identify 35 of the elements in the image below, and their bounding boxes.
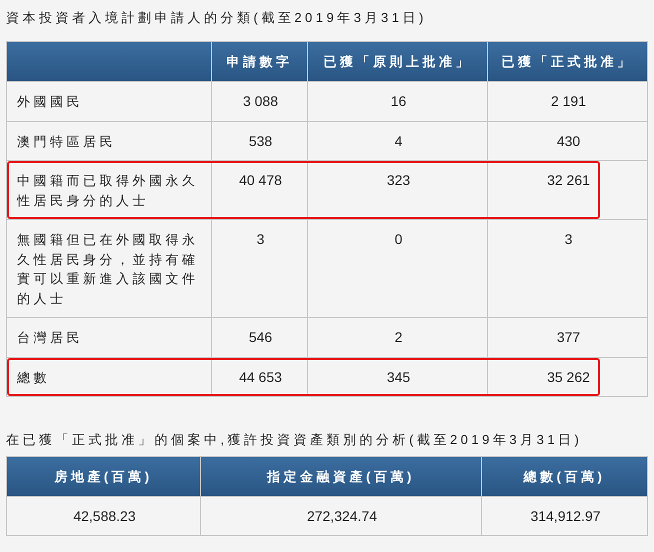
- table-cell: 3: [488, 220, 648, 318]
- column-header: 指定金融資產(百萬): [201, 457, 482, 497]
- table-cell: 546: [212, 318, 308, 358]
- table-cell: 0: [308, 220, 488, 318]
- table-cell: 總數: [7, 358, 212, 397]
- table-cell: 3 088: [212, 82, 308, 122]
- table-cell: 2 191: [488, 82, 648, 122]
- table-cell: 40 478: [212, 161, 308, 220]
- table-cell: 16: [308, 82, 488, 122]
- column-header: 房地產(百萬): [7, 457, 201, 497]
- column-header: 已獲「原則上批准」: [308, 42, 488, 82]
- table-title: 在已獲「正式批准」的個案中,獲許投資資產類別的分析(截至2019年3月31日): [6, 431, 584, 449]
- table-title: 資本投資者入境計劃申請人的分類(截至2019年3月31日): [6, 9, 428, 27]
- table-cell: 44 653: [212, 358, 308, 397]
- table-cell: 台灣居民: [7, 318, 212, 358]
- column-header: 已獲「正式批准」: [488, 42, 648, 82]
- table-cell: 中國籍而已取得外國永久性居民身分的人士: [7, 161, 212, 220]
- table-cell: 538: [212, 122, 308, 161]
- column-header: 申請數字: [212, 42, 308, 82]
- table-cell: 32 261: [488, 161, 648, 220]
- table-cell: 314,912.97: [482, 497, 648, 536]
- table-cell: 272,324.74: [201, 497, 482, 536]
- table-cell: 4: [308, 122, 488, 161]
- table-cell: 外國國民: [7, 82, 212, 122]
- table-cell: 377: [488, 318, 648, 358]
- table-cell: 42,588.23: [7, 497, 201, 536]
- column-header: 總數(百萬): [482, 457, 648, 497]
- table-cell: 澳門特區居民: [7, 122, 212, 161]
- table-cell: 2: [308, 318, 488, 358]
- table-cell: 無國籍但已在外國取得永久性居民身分，並持有確實可以重新進入該國文件的人士: [7, 220, 212, 318]
- table-cell: 345: [308, 358, 488, 397]
- table-cell: 35 262: [488, 358, 648, 397]
- table-cell: 323: [308, 161, 488, 220]
- table-cell: 430: [488, 122, 648, 161]
- table-cell: 3: [212, 220, 308, 318]
